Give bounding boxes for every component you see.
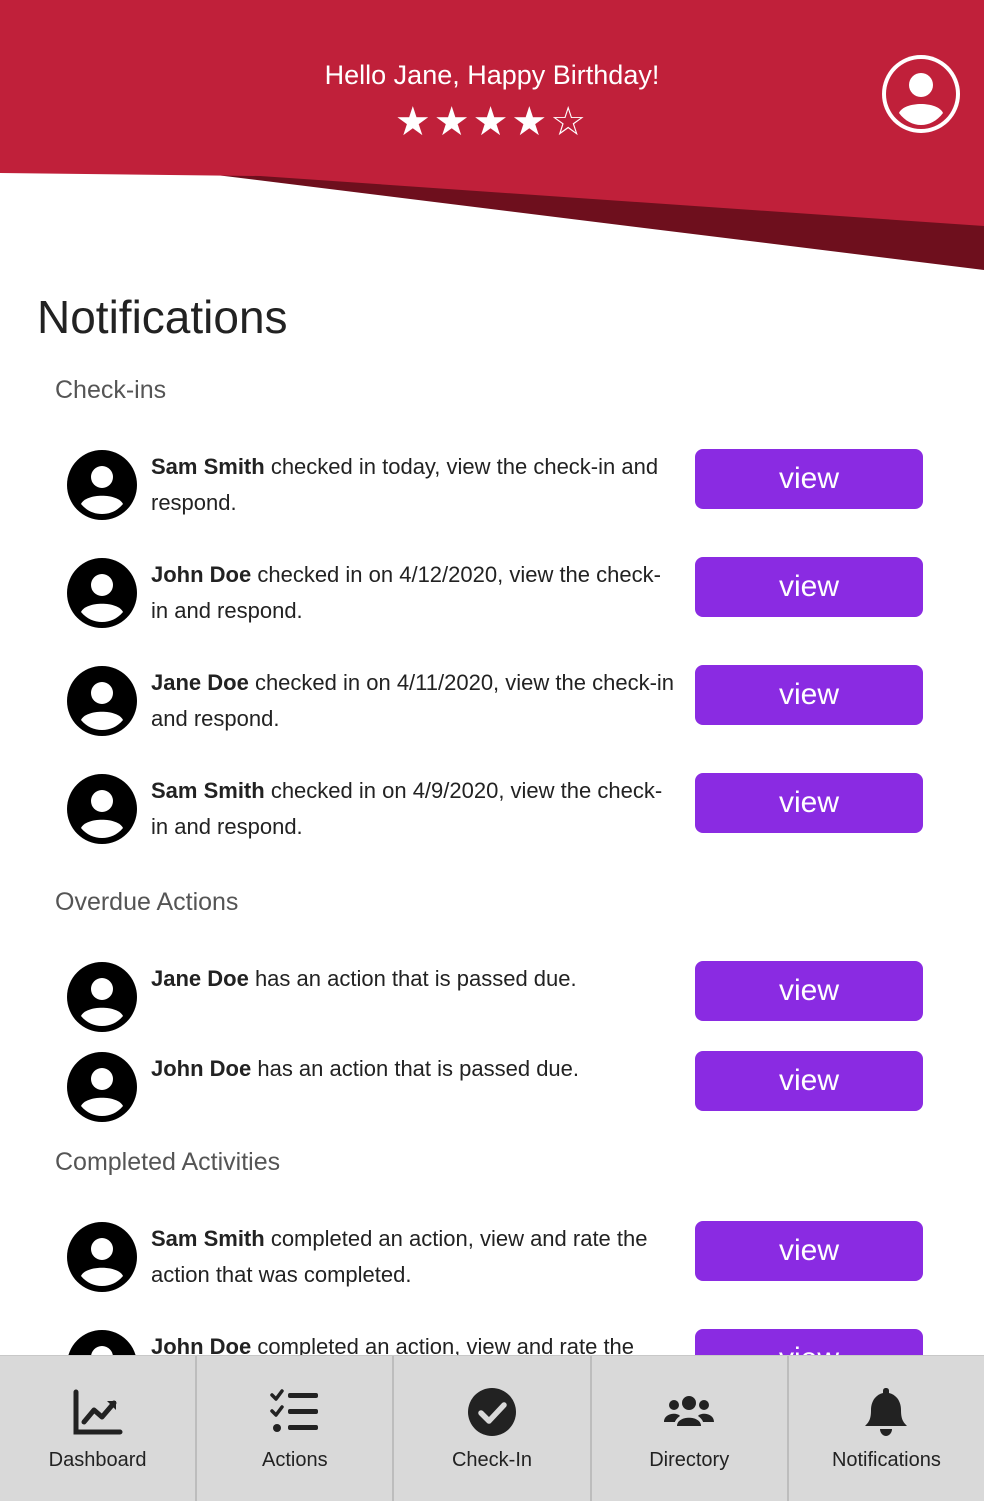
nav-item-notifications[interactable]: Notifications: [789, 1356, 984, 1501]
profile-button[interactable]: [882, 55, 960, 133]
nav-label: Directory: [649, 1449, 730, 1471]
view-button[interactable]: view: [695, 961, 923, 1021]
nav-item-dashboard[interactable]: Dashboard: [0, 1356, 198, 1501]
view-button[interactable]: view: [695, 449, 923, 509]
person-name: Sam Smith: [151, 1226, 265, 1251]
rating-stars: ★★★★☆: [394, 99, 590, 145]
notification-text: Sam Smith checked in today, view the che…: [151, 454, 659, 515]
nav-label: Dashboard: [48, 1449, 147, 1471]
list-item: Sam Smith completed an action, view and …: [66, 1221, 926, 1301]
section-heading-completed: Completed Activities: [55, 1148, 281, 1176]
nav-item-actions[interactable]: Actions: [197, 1356, 395, 1501]
nav-label: Notifications: [831, 1449, 941, 1471]
bottom-nav: Dashboard Actions Check-In Directory Not…: [0, 1355, 984, 1501]
page-title: Notifications: [37, 291, 288, 343]
list-item: Jane Doe checked in on 4/11/2020, view t…: [66, 665, 926, 745]
person-name: Jane Doe: [151, 966, 249, 991]
user-circle-icon: [886, 59, 956, 129]
notification-text: Jane Doe checked in on 4/11/2020, view t…: [151, 670, 675, 731]
nav-label: Actions: [262, 1449, 328, 1471]
person-name: John Doe: [151, 562, 252, 587]
avatar-icon: [67, 774, 137, 844]
person-name: John Doe: [151, 1056, 252, 1081]
avatar-icon: [67, 558, 137, 628]
person-name: Sam Smith: [151, 454, 265, 479]
notification-text: Sam Smith completed an action, view and …: [151, 1226, 648, 1287]
notification-text: John Doe checked in on 4/12/2020, view t…: [151, 562, 661, 623]
nav-label: Check-In: [451, 1449, 533, 1471]
view-button[interactable]: view: [695, 773, 923, 833]
nav-item-directory[interactable]: Directory: [592, 1356, 789, 1501]
view-button[interactable]: view: [695, 665, 923, 725]
notification-text: John Doe has an action that is passed du…: [151, 1056, 580, 1081]
person-name: Jane Doe: [151, 670, 249, 695]
list-item: Sam Smith checked in today, view the che…: [66, 449, 926, 529]
tasks-icon: [270, 1389, 318, 1432]
list-item: John Doe checked in on 4/12/2020, view t…: [66, 557, 926, 637]
list-item: John Doe has an action that is passed du…: [66, 1051, 926, 1131]
notification-text: Jane Doe has an action that is passed du…: [151, 966, 577, 991]
view-button[interactable]: view: [695, 1051, 923, 1111]
avatar-icon: [67, 666, 137, 736]
section-heading-checkins: Check-ins: [55, 376, 167, 404]
avatar-icon: [67, 1222, 137, 1292]
notification-text: Sam Smith checked in on 4/9/2020, view t…: [151, 778, 663, 839]
check-circle-icon: [468, 1388, 516, 1436]
person-name: Sam Smith: [151, 778, 265, 803]
chart-line-icon: [73, 1389, 123, 1435]
view-button[interactable]: view: [695, 557, 923, 617]
view-button[interactable]: view: [695, 1221, 923, 1281]
bell-icon: [865, 1388, 908, 1436]
section-heading-overdue: Overdue Actions: [55, 888, 239, 916]
avatar-icon: [67, 450, 137, 520]
greeting-text: Hello Jane, Happy Birthday!: [324, 60, 660, 90]
nav-item-check-in[interactable]: Check-In: [394, 1356, 592, 1501]
list-item: Sam Smith checked in on 4/9/2020, view t…: [66, 773, 926, 853]
avatar-icon: [67, 962, 137, 1032]
users-icon: [664, 1396, 715, 1426]
header-banner: Hello Jane, Happy Birthday! ★★★★☆: [0, 0, 984, 270]
avatar-icon: [67, 1052, 137, 1122]
list-item: Jane Doe has an action that is passed du…: [66, 961, 926, 1041]
